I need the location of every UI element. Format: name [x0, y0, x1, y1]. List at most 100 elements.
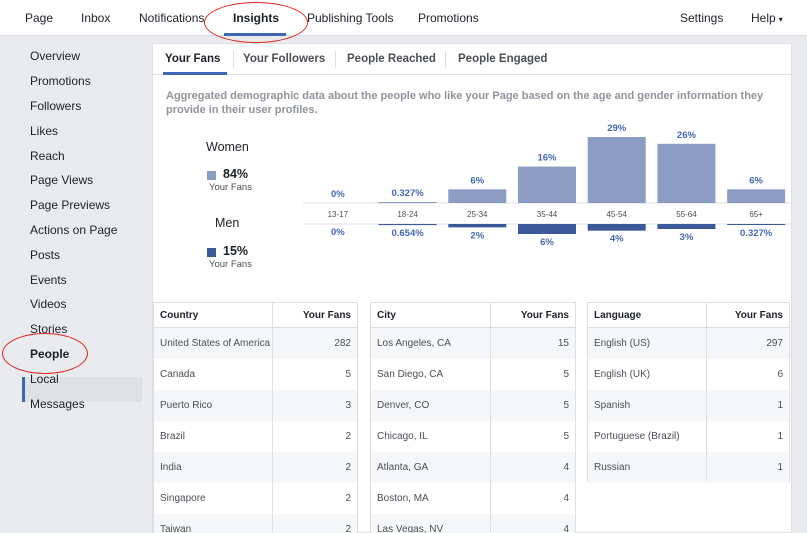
language-name: Portuguese (Brazil) — [594, 431, 680, 442]
tab-active-indicator — [163, 72, 227, 75]
legend-men-percent: 15% — [223, 244, 249, 258]
column-divider — [490, 303, 491, 533]
age-tick-label: 35-44 — [537, 210, 558, 219]
nav-publishing-tools[interactable]: Publishing Tools — [307, 11, 394, 25]
bar-men-label: 0.654% — [391, 228, 424, 239]
tab-people-reached[interactable]: People Reached — [347, 53, 436, 65]
column-divider — [706, 303, 707, 481]
table-row: Canada 5 — [154, 359, 357, 390]
bar-men-label: 0% — [331, 227, 345, 238]
bar-men-label: 0.327% — [740, 228, 773, 239]
bar-women-label: 6% — [749, 175, 763, 186]
city-name: Chicago, IL — [377, 431, 428, 442]
header-country: Country — [160, 310, 199, 321]
city-name: San Diego, CA — [377, 369, 444, 380]
country-fan-count: 3 — [345, 400, 351, 411]
age-tick-label: 45-54 — [606, 210, 627, 219]
tab-people-engaged[interactable]: People Engaged — [458, 53, 547, 65]
country-name: Brazil — [160, 431, 186, 442]
language-fan-count: 1 — [777, 400, 783, 411]
country-name: Canada — [160, 369, 196, 380]
language-fan-count: 6 — [777, 369, 783, 380]
legend-women-title: Women — [206, 140, 249, 154]
city-fan-count: 5 — [563, 431, 569, 442]
nav-promotions[interactable]: Promotions — [418, 11, 479, 25]
country-table: Country Your Fans United States of Ameri… — [153, 302, 358, 533]
annotation-circle-people — [2, 333, 88, 374]
age-tick-label: 65+ — [749, 210, 763, 219]
tab-your-fans[interactable]: Your Fans — [165, 53, 220, 65]
city-name: Boston, MA — [377, 493, 429, 504]
country-fan-count: 2 — [345, 431, 351, 442]
sidebar-item-posts[interactable]: Posts — [30, 248, 60, 262]
nav-inbox[interactable]: Inbox — [81, 11, 110, 25]
nav-settings[interactable]: Settings — [680, 11, 723, 25]
bar-men-label: 2% — [470, 230, 484, 241]
sidebar-item-followers[interactable]: Followers — [30, 99, 81, 113]
language-name: English (UK) — [594, 369, 651, 380]
age-tick-label: 13-17 — [328, 210, 349, 219]
sidebar-item-promotions[interactable]: Promotions — [30, 74, 91, 88]
age-gender-chart: 0% 0% 13-17 0.327% 0.654% 18-24 6% 2% 25-34 16% 6%… — [303, 123, 791, 248]
sidebar-item-local[interactable]: Local — [30, 372, 59, 386]
legend-women-subtitle: Your Fans — [209, 182, 252, 193]
bar-men — [378, 224, 437, 226]
bar-men — [727, 224, 786, 225]
country-name: India — [160, 462, 182, 473]
language-fan-count: 1 — [777, 431, 783, 442]
bar-women-label: 0.327% — [391, 188, 424, 199]
description-text: Aggregated demographic data about the pe… — [166, 90, 764, 116]
sidebar-item-actions-on-page[interactable]: Actions on Page — [30, 223, 117, 237]
bar-women-label: 26% — [677, 130, 697, 141]
country-name: Taiwan — [160, 524, 192, 533]
table-header: Language Your Fans — [588, 303, 789, 328]
language-name: Spanish — [594, 400, 631, 411]
sidebar-item-overview[interactable]: Overview — [30, 49, 80, 63]
bar-women — [448, 189, 507, 203]
table-row: English (UK) 6 — [588, 359, 789, 390]
header-language: Language — [594, 310, 642, 321]
sidebar-item-page-previews[interactable]: Page Previews — [30, 198, 110, 212]
age-tick-label: 25-34 — [467, 210, 488, 219]
table-row: Los Angeles, CA 15 — [371, 328, 575, 359]
table-row: United States of America 282 — [154, 328, 357, 359]
table-row: Chicago, IL 5 — [371, 421, 575, 452]
sidebar-item-messages[interactable]: Messages — [30, 397, 85, 411]
nav-notifications[interactable]: Notifications — [139, 11, 204, 25]
table-row: Brazil 2 — [154, 421, 357, 452]
sidebar-item-page-views[interactable]: Page Views — [30, 173, 93, 187]
nav-help[interactable]: Help ▾ — [751, 11, 783, 25]
table-header: City Your Fans — [371, 303, 575, 328]
table-row: Boston, MA 4 — [371, 483, 575, 514]
header-your-fans: Your Fans — [520, 310, 569, 321]
city-name: Denver, CO — [377, 400, 430, 411]
nav-page[interactable]: Page — [25, 11, 53, 25]
legend-men-title: Men — [215, 216, 240, 230]
sidebar-item-reach[interactable]: Reach — [30, 149, 65, 163]
tab-your-followers[interactable]: Your Followers — [243, 53, 325, 65]
sidebar-item-likes[interactable]: Likes — [30, 124, 58, 138]
tab-separator — [335, 51, 336, 68]
column-divider — [272, 303, 273, 533]
bar-women-label: 0% — [331, 189, 345, 200]
tab-separator — [445, 51, 446, 68]
sidebar-item-videos[interactable]: Videos — [30, 297, 66, 311]
insights-panel: Your Fans Your Followers People Reached … — [152, 43, 792, 533]
sidebar-item-events[interactable]: Events — [30, 273, 67, 287]
tab-bar: Your Fans Your Followers People Reached … — [153, 44, 791, 75]
sidebar-active-indicator — [22, 377, 25, 402]
table-row: Portuguese (Brazil) 1 — [588, 421, 789, 452]
bar-men — [657, 224, 716, 229]
header-your-fans: Your Fans — [734, 310, 783, 321]
bar-men — [448, 224, 507, 228]
bar-women — [518, 166, 576, 203]
age-tick-label: 55-64 — [676, 210, 697, 219]
country-name: Singapore — [160, 493, 206, 504]
age-tick-label: 18-24 — [397, 210, 418, 219]
bar-men — [587, 224, 646, 231]
country-fan-count: 5 — [345, 369, 351, 380]
table-row: Russian 1 — [588, 452, 789, 483]
table-row: Las Vegas, NV 4 — [371, 514, 575, 533]
tab-separator — [233, 51, 234, 68]
legend-women-percent: 84% — [223, 167, 249, 181]
